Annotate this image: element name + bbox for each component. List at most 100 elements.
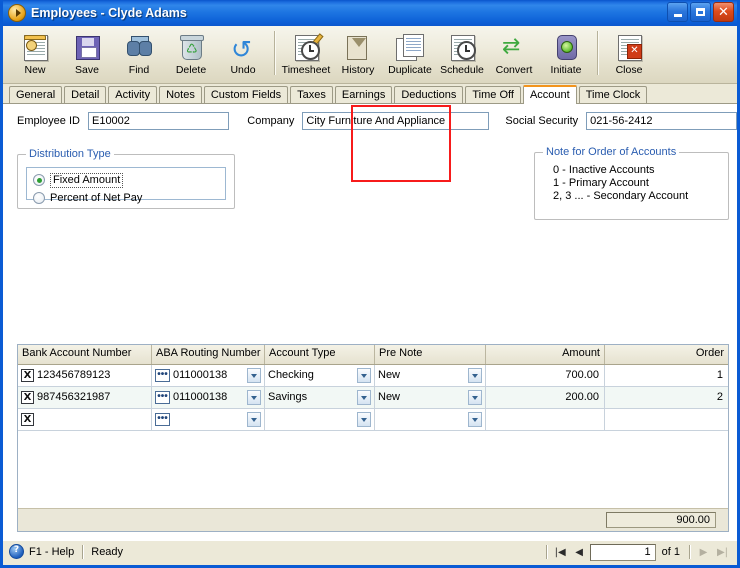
close-button[interactable]: ✕ bbox=[713, 2, 734, 22]
window-controls: ✕ bbox=[667, 2, 734, 22]
tab-time-off[interactable]: Time Off bbox=[465, 86, 521, 103]
tab-earnings[interactable]: Earnings bbox=[334, 86, 393, 103]
radio-percent-of-net-pay[interactable]: Percent of Net Pay bbox=[33, 190, 219, 206]
chevron-down-icon[interactable] bbox=[468, 390, 482, 405]
tab-activity[interactable]: Activity bbox=[108, 86, 158, 103]
tab-taxes[interactable]: Taxes bbox=[290, 86, 333, 103]
toolbar-label: Convert bbox=[495, 64, 533, 76]
grid-header-row: Bank Account Number ABA Routing Number A… bbox=[18, 345, 728, 365]
delete-row-icon[interactable]: X bbox=[21, 391, 34, 404]
maximize-button[interactable] bbox=[690, 2, 711, 22]
previous-record-icon[interactable]: ◀ bbox=[571, 544, 588, 560]
radio-fixed-amount[interactable]: Fixed Amount bbox=[33, 172, 219, 188]
cell-amount[interactable] bbox=[486, 409, 605, 430]
ellipsis-lookup-icon[interactable]: ••• bbox=[155, 369, 170, 382]
undo-arrow-icon: ↺ bbox=[231, 35, 252, 64]
record-navigator: |◀ ◀ 1 of 1 ▶ ▶| bbox=[543, 543, 731, 561]
help-label[interactable]: F1 - Help bbox=[29, 546, 74, 558]
toolbar-button-save[interactable]: Save bbox=[61, 29, 113, 81]
chevron-down-icon[interactable] bbox=[468, 412, 482, 427]
cell-account-type[interactable]: Savings bbox=[265, 387, 375, 408]
cell-aba-routing-number[interactable]: ••• bbox=[152, 409, 265, 430]
title-bar[interactable]: Employees - Clyde Adams ✕ bbox=[3, 0, 737, 26]
cell-pre-note[interactable]: New bbox=[375, 365, 486, 386]
chevron-down-icon[interactable] bbox=[357, 412, 371, 427]
cell-order[interactable]: 2 bbox=[605, 387, 728, 408]
cell-amount[interactable]: 700.00 bbox=[486, 365, 605, 386]
column-header-bank-account-number[interactable]: Bank Account Number bbox=[18, 345, 152, 364]
cell-aba-routing-number[interactable]: ••• 011000138 bbox=[152, 365, 265, 386]
toolbar-button-new[interactable]: New bbox=[9, 29, 61, 81]
minimize-button[interactable] bbox=[667, 2, 688, 22]
toolbar-button-undo[interactable]: ↺ Undo bbox=[217, 29, 269, 81]
note-line-primary: 1 - Primary Account bbox=[553, 177, 649, 189]
cell-value: Checking bbox=[268, 369, 314, 381]
toolbar-button-close[interactable]: ✕ Close bbox=[603, 29, 655, 81]
timesheet-clock-icon bbox=[292, 32, 324, 62]
toolbar-button-timesheet[interactable]: Timesheet bbox=[280, 29, 332, 81]
column-header-aba-routing-number[interactable]: ABA Routing Number bbox=[152, 345, 265, 364]
ellipsis-lookup-icon[interactable]: ••• bbox=[155, 413, 170, 426]
chevron-down-icon[interactable] bbox=[247, 412, 261, 427]
next-record-icon[interactable]: ▶ bbox=[695, 544, 712, 560]
close-document-icon: ✕ bbox=[615, 32, 643, 62]
toolbar-label: Delete bbox=[175, 64, 207, 76]
toolbar-button-duplicate[interactable]: Duplicate bbox=[384, 29, 436, 81]
toolbar-button-convert[interactable]: ⇄ Convert bbox=[488, 29, 540, 81]
cell-order[interactable]: 1 bbox=[605, 365, 728, 386]
help-icon[interactable]: ? bbox=[9, 544, 24, 559]
cell-amount[interactable]: 200.00 bbox=[486, 387, 605, 408]
social-security-field[interactable]: 021-56-2412 bbox=[586, 112, 737, 130]
ellipsis-lookup-icon[interactable]: ••• bbox=[155, 391, 170, 404]
cell-pre-note[interactable]: New bbox=[375, 387, 486, 408]
table-row[interactable]: X ••• bbox=[18, 409, 728, 431]
cell-value: 011000138 bbox=[173, 369, 228, 381]
delete-row-icon[interactable]: X bbox=[21, 369, 34, 382]
company-field[interactable]: City Furniture And Appliance bbox=[302, 112, 490, 130]
new-record-icon bbox=[21, 32, 49, 62]
chevron-down-icon[interactable] bbox=[357, 368, 371, 383]
toolbar-button-find[interactable]: Find bbox=[113, 29, 165, 81]
chevron-down-icon[interactable] bbox=[247, 368, 261, 383]
delete-row-icon[interactable]: X bbox=[21, 413, 34, 426]
note-order-accounts-group: Note for Order of Accounts 0 - Inactive … bbox=[534, 146, 729, 220]
cell-bank-account-number[interactable]: X bbox=[18, 409, 152, 430]
account-tab-panel: Employee ID E10002 Company City Furnitur… bbox=[3, 104, 737, 540]
schedule-calendar-icon bbox=[448, 32, 476, 62]
toolbar-button-initiate[interactable]: Initiate bbox=[540, 29, 592, 81]
cell-bank-account-number[interactable]: X 987456321987 bbox=[18, 387, 152, 408]
tab-notes[interactable]: Notes bbox=[159, 86, 202, 103]
first-record-icon[interactable]: |◀ bbox=[552, 544, 569, 560]
tab-deductions[interactable]: Deductions bbox=[394, 86, 464, 103]
column-header-account-type[interactable]: Account Type bbox=[265, 345, 375, 364]
table-row[interactable]: X 987456321987 ••• 011000138 Savings New… bbox=[18, 387, 728, 409]
cell-account-type[interactable] bbox=[265, 409, 375, 430]
tab-account[interactable]: Account bbox=[522, 85, 577, 104]
toolbar-button-history[interactable]: History bbox=[332, 29, 384, 81]
employee-id-field[interactable]: E10002 bbox=[87, 112, 230, 130]
tab-time-clock[interactable]: Time Clock bbox=[578, 86, 648, 103]
cell-bank-account-number[interactable]: X 123456789123 bbox=[18, 365, 152, 386]
last-record-icon[interactable]: ▶| bbox=[714, 544, 731, 560]
column-header-amount[interactable]: Amount bbox=[486, 345, 605, 364]
record-count-label: of 1 bbox=[661, 546, 680, 558]
chevron-down-icon[interactable] bbox=[357, 390, 371, 405]
current-record-input[interactable]: 1 bbox=[589, 543, 656, 561]
toolbar-button-schedule[interactable]: Schedule bbox=[436, 29, 488, 81]
toolbar-button-delete[interactable]: ♺ Delete bbox=[165, 29, 217, 81]
column-header-pre-note[interactable]: Pre Note bbox=[375, 345, 486, 364]
cell-aba-routing-number[interactable]: ••• 011000138 bbox=[152, 387, 265, 408]
chevron-down-icon[interactable] bbox=[247, 390, 261, 405]
tab-general[interactable]: General bbox=[9, 86, 63, 103]
cell-order[interactable] bbox=[605, 409, 728, 430]
chevron-down-icon[interactable] bbox=[468, 368, 482, 383]
tab-detail[interactable]: Detail bbox=[64, 86, 107, 103]
toolbar-label: New bbox=[24, 64, 46, 76]
cell-account-type[interactable]: Checking bbox=[265, 365, 375, 386]
distribution-type-legend: Distribution Type bbox=[26, 148, 114, 160]
tab-custom-fields[interactable]: Custom Fields bbox=[203, 86, 289, 103]
cell-pre-note[interactable] bbox=[375, 409, 486, 430]
table-row[interactable]: X 123456789123 ••• 011000138 Checking Ne… bbox=[18, 365, 728, 387]
column-header-order[interactable]: Order bbox=[605, 345, 728, 364]
recycle-bin-icon: ♺ bbox=[177, 32, 205, 62]
